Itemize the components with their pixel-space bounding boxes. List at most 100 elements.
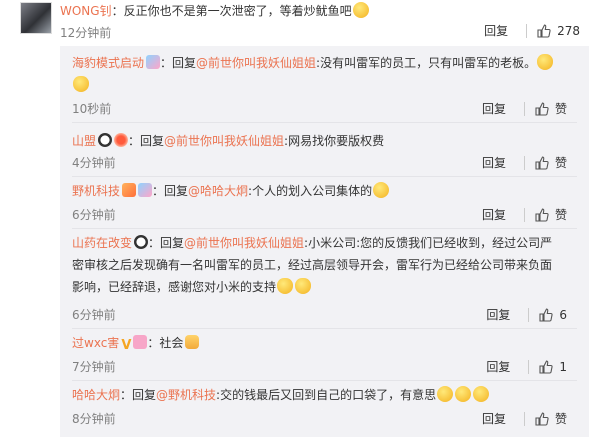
action-divider (523, 101, 525, 116)
like-count: 6 (559, 307, 567, 322)
reply-actions: 回复 1 (486, 358, 567, 375)
member-badge-icon (138, 183, 153, 197)
action-divider (523, 411, 525, 426)
reply-prefix: ：回复 (120, 388, 157, 402)
reply-prefix: ：回复 (148, 236, 185, 250)
action-divider (523, 207, 525, 222)
like-button[interactable]: 6 (539, 308, 567, 322)
action-divider (523, 155, 525, 170)
reply-body: :没有叫雷军的员工，只有叫雷军的老板。 (316, 56, 537, 70)
reply-actions: 回复 6 (486, 306, 567, 323)
divider (72, 176, 577, 177)
reply-body: 社会 (159, 336, 184, 350)
reply-body: :交的钱最后又回到自己的口袋了，有意思 (216, 388, 437, 402)
reply-prefix: ：回复 (152, 184, 189, 198)
reply-body: :网易找你要版权费 (284, 134, 385, 148)
reply-button[interactable]: 回复 (482, 100, 506, 117)
member-badge-icon (146, 55, 161, 69)
reply-content: 哈哈大炯：回复@野机科技:交的钱最后又回到自己的口袋了，有意思 (72, 384, 556, 406)
like-button[interactable]: 赞 (535, 154, 567, 171)
verified-badge-icon: V (121, 338, 132, 353)
replies-panel: 海豹模式启动 ：回复@前世你叫我妖仙姐姐:没有叫雷军的员工，只有叫雷军的老板。 1… (60, 46, 589, 437)
reply-content: 山药在改变 ：回复@前世你叫我妖仙姐姐:小米公司:您的反馈我们已经收到，经过公司严… (72, 232, 556, 298)
thumbs-up-icon (535, 155, 549, 170)
avatar[interactable] (20, 2, 52, 34)
thumbs-up-icon (539, 307, 553, 322)
username-link[interactable]: 野机科技 (72, 184, 120, 198)
action-divider (528, 307, 530, 322)
reply-time: 6分钟前 (72, 208, 116, 222)
like-count: 278 (557, 23, 580, 38)
reply-actions: 回复 赞 (482, 410, 567, 427)
reply-time: 7分钟前 (72, 360, 116, 374)
reply-button[interactable]: 回复 (486, 358, 510, 375)
smile-emoji-icon (455, 386, 472, 402)
like-button[interactable]: 赞 (535, 100, 567, 117)
like-button[interactable]: 278 (537, 24, 580, 38)
reply-time: 4分钟前 (72, 156, 116, 170)
smile-emoji-icon (437, 386, 454, 402)
reply-time: 8分钟前 (72, 412, 116, 426)
reply-prefix: ： (147, 336, 160, 350)
reply-actions: 回复 赞 (482, 100, 567, 117)
thumbs-up-icon (537, 23, 551, 38)
thumbs-up-icon (535, 101, 549, 116)
reply-button[interactable]: 回复 (484, 22, 508, 39)
thumbs-up-emoji-icon (185, 335, 200, 349)
mention-link[interactable]: @哈哈大炯 (188, 184, 248, 198)
username-link[interactable]: 过wxc害 (72, 336, 119, 350)
cat-emoji-icon (277, 278, 294, 294)
reply-body: :个人的划入公司集体的 (248, 184, 373, 198)
reply-prefix: ：回复 (160, 56, 197, 70)
username-link[interactable]: 山盟 (72, 134, 96, 148)
mention-link[interactable]: @前世你叫我妖仙姐姐 (184, 236, 304, 250)
divider (72, 228, 577, 229)
reply-button[interactable]: 回复 (482, 410, 506, 427)
reply-button[interactable]: 回复 (486, 306, 510, 323)
like-label: 赞 (554, 156, 567, 170)
like-button[interactable]: 赞 (535, 410, 567, 427)
reply-content: 过wxc害 V ：社会 (72, 332, 556, 354)
reply-actions: 回复 赞 (482, 154, 567, 171)
like-button[interactable]: 赞 (535, 206, 567, 223)
action-divider (528, 359, 530, 374)
mention-link[interactable]: @野机科技 (156, 388, 216, 402)
heart-badge-icon (133, 335, 148, 349)
panda-badge-icon (134, 235, 149, 249)
divider (72, 122, 577, 123)
mention-link[interactable]: @前世你叫我妖仙姐姐 (164, 134, 284, 148)
thumbs-up-icon (539, 359, 553, 374)
smirk-emoji-icon (352, 2, 369, 18)
cat-emoji-icon (295, 278, 312, 294)
reply-content: 山盟 ：回复@前世你叫我妖仙姐姐:网易找你要版权费 (72, 130, 556, 152)
username-link[interactable]: 海豹模式启动 (72, 56, 144, 70)
cat-emoji-icon (73, 76, 89, 92)
reply-button[interactable]: 回复 (482, 154, 506, 171)
fan-badge-icon (114, 133, 129, 147)
reply-time: 6分钟前 (72, 308, 116, 322)
thumbs-up-icon (535, 207, 549, 222)
reply-time: 10秒前 (72, 102, 112, 116)
top-comment: WONG钊：反正你也不是第一次泄密了，等着炒鱿鱼吧 12分钟前 回复 278 (0, 0, 597, 46)
smile-emoji-icon (473, 386, 490, 402)
like-button[interactable]: 1 (539, 360, 567, 374)
username-link[interactable]: 山药在改变 (72, 236, 132, 250)
reply-button[interactable]: 回复 (482, 206, 506, 223)
divider (72, 380, 577, 381)
username-link[interactable]: WONG钊 (60, 4, 112, 18)
reply-prefix: ：回复 (128, 134, 165, 148)
reply-actions: 回复 赞 (482, 206, 567, 223)
comment-body: ：反正你也不是第一次泄密了，等着炒鱿鱼吧 (111, 4, 352, 18)
comment-text: WONG钊：反正你也不是第一次泄密了，等着炒鱿鱼吧 (60, 2, 370, 19)
smile-emoji-icon (373, 182, 390, 198)
action-divider (526, 23, 528, 38)
reply-content: 野机科技 ：回复@哈哈大炯:个人的划入公司集体的 (72, 180, 556, 202)
cat-emoji-icon (537, 54, 554, 70)
like-label: 赞 (554, 102, 567, 116)
mention-link[interactable]: @前世你叫我妖仙姐姐 (196, 56, 316, 70)
like-count: 1 (559, 359, 567, 374)
thumbs-up-icon (535, 411, 549, 426)
divider (72, 328, 577, 329)
comment-actions: 回复 278 (484, 22, 580, 39)
username-link[interactable]: 哈哈大炯 (72, 388, 120, 402)
